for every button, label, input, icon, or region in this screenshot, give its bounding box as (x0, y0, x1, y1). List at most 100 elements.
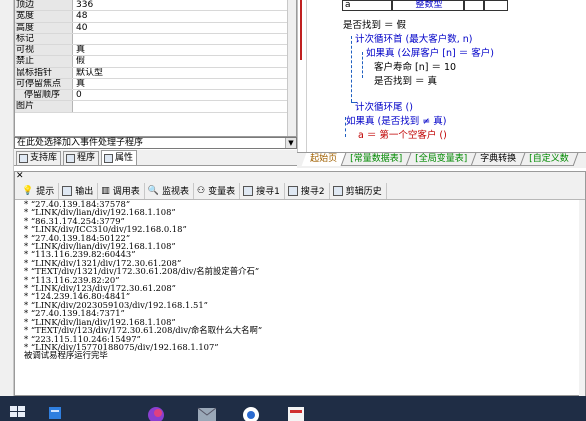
tab-properties[interactable]: 属性 (101, 150, 138, 165)
code-line[interactable]: 计次循环首 (最大客户数, n) (355, 31, 473, 45)
var-name-cell[interactable]: a (342, 0, 392, 11)
property-row[interactable]: 可停留焦点真 (15, 78, 296, 90)
tab-label: 变量表 (208, 187, 236, 197)
windows-start-icon[interactable] (10, 406, 28, 421)
tab-label: 支持库 (30, 153, 58, 163)
property-icon (104, 153, 114, 163)
loop-structure-line (351, 36, 352, 102)
property-value[interactable]: 假 (73, 56, 296, 66)
if-structure-line (362, 52, 363, 78)
output-scrollbar[interactable] (579, 200, 585, 396)
tab-global-vars[interactable]: [全局变量表] (406, 153, 477, 166)
tab-variables[interactable]: ⚇ 变量表 (194, 182, 241, 199)
app-icon[interactable] (286, 405, 306, 421)
tab-hint[interactable]: 💡 提示 (19, 182, 60, 199)
clip-history-icon (332, 185, 343, 196)
tab-start-page[interactable]: 起始页 (301, 153, 347, 166)
property-row[interactable]: 标记 (15, 33, 296, 45)
left-dock-strip (0, 0, 14, 396)
var-cell[interactable] (484, 0, 508, 11)
lightbulb-icon: 💡 (22, 185, 34, 196)
var-type-cell[interactable]: 整数型 (392, 0, 464, 11)
property-name: 可停留焦点 (15, 78, 73, 89)
code-line[interactable]: 如果真 (公屏客户 [n] ＝ 客户) (366, 45, 494, 59)
watch-icon: 🔍 (147, 185, 159, 196)
property-row[interactable]: 鼠标指针 默认型 (15, 67, 296, 79)
variable-icon: ⚇ (197, 185, 206, 196)
property-value[interactable]: 默认型 (73, 68, 296, 78)
code-gutter (298, 0, 307, 152)
property-value[interactable]: 真 (73, 45, 296, 55)
tab-label: 调用表 (112, 187, 140, 197)
app-icon[interactable] (241, 405, 261, 421)
code-line[interactable]: 如果真 (是否找到 ≠ 真) (346, 113, 446, 127)
close-icon[interactable]: ✕ (16, 171, 24, 181)
property-value[interactable]: 0 (73, 90, 296, 100)
property-row[interactable]: 可视真 (15, 45, 296, 57)
tab-label: 程序 (77, 153, 96, 163)
code-line[interactable]: 计次循环尾 () (355, 99, 413, 113)
call-table-icon: ▥ (101, 185, 110, 196)
property-row[interactable]: 高度 40 (15, 22, 296, 34)
task-view-icon[interactable] (47, 405, 65, 421)
output-panel-header: ✕ (15, 171, 585, 182)
properties-scrollbar[interactable] (287, 0, 296, 136)
property-value[interactable] (73, 101, 296, 111)
tab-call-table[interactable]: ▥ 调用表 (98, 182, 145, 199)
tab-output[interactable]: 输出 (59, 182, 99, 199)
output-line: 被调试易程序运行完毕 (24, 350, 108, 361)
library-icon (19, 154, 28, 163)
property-name: 标记 (15, 33, 73, 44)
code-line[interactable]: 是否找到 ＝ 假 (343, 17, 406, 31)
search1-icon (243, 185, 254, 196)
tab-custom-type[interactable]: [自定义数 (520, 153, 578, 166)
code-line[interactable]: a ＝ 第一个空客户 () (358, 127, 447, 141)
app-icon[interactable] (146, 405, 166, 421)
code-editor[interactable]: a 整数型 是否找到 ＝ 假 计次循环首 (最大客户数, n) 如果真 (公屏客… (297, 0, 586, 152)
property-name: 停留顺序 (15, 90, 73, 101)
tab-program[interactable]: 程序 (63, 151, 100, 165)
property-row[interactable]: 图片 (15, 101, 296, 113)
var-cell[interactable] (464, 0, 484, 11)
tab-label: 监视表 (162, 187, 190, 197)
tab-label: 输出 (75, 187, 94, 197)
property-value[interactable]: 336 (73, 0, 296, 10)
property-value[interactable]: 真 (73, 79, 296, 89)
code-line[interactable]: 客户寿命 [n] ＝ 10 (374, 59, 456, 73)
program-icon (66, 154, 76, 163)
tab-clip-history[interactable]: 剪辑历史 (330, 182, 387, 199)
taskbar (0, 396, 586, 421)
output-panel: ✕ 💡 提示 输出 ▥ 调用表 🔍 监视表 ⚇ 变量表 搜寻1 搜寻2 剪辑历史 * “… (14, 171, 586, 396)
tab-label: 搜寻2 (300, 187, 325, 197)
property-row[interactable]: 顶边 336 (15, 0, 296, 12)
property-value[interactable]: 48 (73, 11, 296, 21)
tab-watch[interactable]: 🔍 监视表 (145, 182, 195, 199)
property-row[interactable]: 禁止假 (15, 56, 296, 68)
output-log[interactable]: * “27.40.139.184:37578” * “LINK/div/lian/… (24, 200, 579, 393)
property-row[interactable]: 停留顺序 0 (15, 90, 296, 102)
event-handler-select-label: 在此处选择加入事件处理子程序 (17, 138, 144, 148)
code-tabs: 起始页 [常量数据表] [全局变量表] 字典转换 [自定义数 (297, 152, 586, 168)
property-value[interactable] (73, 34, 296, 44)
tab-label: 搜寻1 (256, 187, 280, 197)
tab-dict-convert[interactable]: 字典转换 (471, 153, 526, 166)
property-value[interactable]: 40 (73, 23, 296, 33)
mail-icon[interactable] (197, 406, 217, 421)
code-line[interactable]: 是否找到 ＝ 真 (374, 73, 437, 87)
event-handler-select[interactable]: 在此处选择加入事件处理子程序 ▼ (14, 137, 297, 149)
chevron-down-icon[interactable]: ▼ (285, 138, 296, 148)
property-name: 图片 (15, 101, 73, 112)
left-panel-tabs: 支持库 程序 属性 (14, 150, 297, 166)
property-row[interactable]: 宽度 48 (15, 11, 296, 23)
property-name: 禁止 (15, 56, 73, 67)
output-tabs: 💡 提示 输出 ▥ 调用表 🔍 监视表 ⚇ 变量表 搜寻1 搜寻2 剪辑历史 (15, 182, 585, 200)
tab-search1[interactable]: 搜寻1 (240, 182, 285, 199)
property-name: 鼠标指针 (15, 67, 73, 78)
property-name: 可视 (15, 45, 73, 56)
tab-label: 属性 (115, 152, 134, 163)
property-name: 顶边 (15, 0, 73, 11)
tab-support-library[interactable]: 支持库 (16, 151, 62, 165)
tab-search2[interactable]: 搜寻2 (285, 182, 330, 199)
tab-constant-table[interactable]: [常量数据表] (341, 153, 412, 166)
search2-icon (287, 185, 298, 196)
